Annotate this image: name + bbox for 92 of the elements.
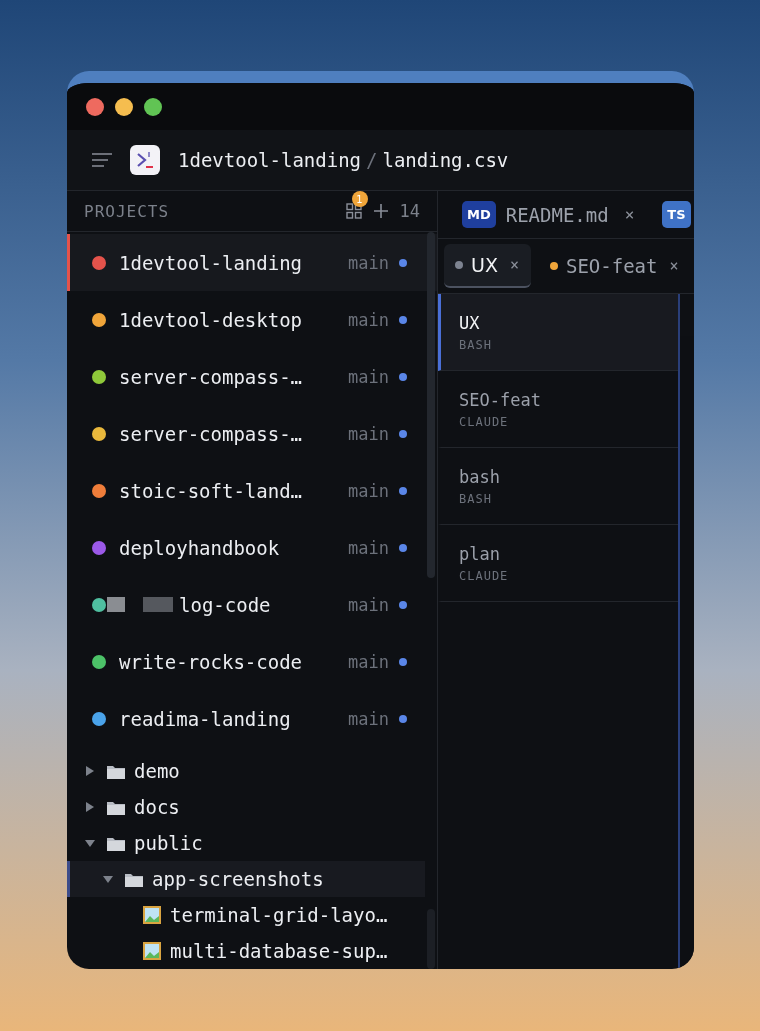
session-type: CLAUDE [459, 414, 510, 429]
project-name: 1devtool-desktop [119, 308, 304, 331]
path-separator: / [366, 149, 378, 171]
project-name: server-compass-… [119, 365, 304, 388]
redaction-mark [107, 597, 125, 612]
session-item[interactable]: plan CLAUDE [438, 525, 678, 602]
project-name: log-code [179, 593, 272, 616]
scrollbar[interactable] [427, 232, 435, 578]
grid-icon[interactable] [345, 203, 362, 219]
branch-status-dot [399, 429, 407, 438]
session-name: plan [459, 543, 501, 564]
project-item[interactable]: write-rocks-code main [67, 633, 437, 690]
branch-label: main [348, 423, 389, 444]
project-item[interactable]: stoic-soft-land… main [67, 462, 437, 519]
branch-label: main [348, 366, 389, 387]
branch-label: main [348, 252, 389, 273]
session-type: CLAUDE [459, 568, 510, 583]
session-item[interactable]: bash BASH [438, 448, 678, 525]
close-tab-button[interactable]: × [509, 256, 519, 274]
tree-item[interactable]: terminal-grid-layo… [67, 897, 425, 933]
project-item[interactable]: deployhandbook main [67, 519, 437, 576]
project-name: server-compass-… [119, 422, 304, 445]
session-name: bash [459, 466, 501, 487]
tree-item-name: public [134, 832, 203, 854]
file-type-badge: MD [462, 201, 496, 228]
tree-item-name: app-screenshots [152, 868, 324, 890]
project-item[interactable]: server-compass-… main [67, 405, 437, 462]
close-tab-button[interactable]: × [624, 205, 635, 224]
session-name: SEO-feat [459, 389, 542, 410]
project-item[interactable]: server-compass-… main [67, 348, 437, 405]
caret-icon [102, 873, 116, 885]
project-item[interactable]: log-code main [67, 576, 437, 633]
branch-status-dot [399, 600, 407, 609]
branch-label: main [348, 708, 389, 729]
tree-item[interactable]: app-screenshots [67, 861, 425, 897]
branch-status-dot [399, 372, 407, 381]
image-icon [142, 905, 162, 925]
branch-status-dot [399, 315, 407, 324]
image-icon [142, 941, 162, 961]
tree-item[interactable]: docs [67, 789, 425, 825]
project-item[interactable]: 1devtool-desktop main [67, 291, 437, 348]
session-item[interactable]: SEO-feat CLAUDE [438, 371, 678, 448]
session-type: BASH [459, 337, 493, 352]
branch-status-dot [399, 714, 407, 723]
tab-label: UX [471, 254, 498, 276]
tree-item[interactable]: public [67, 825, 425, 861]
projects-heading: PROJECTS [84, 201, 171, 221]
project-name[interactable]: 1devtool-landing [178, 149, 362, 171]
maximize-button[interactable] [144, 97, 162, 116]
project-name: write-rocks-code [119, 650, 304, 673]
file-name[interactable]: landing.csv [382, 149, 509, 171]
branch-status-dot [399, 657, 407, 666]
scrollbar[interactable] [427, 909, 435, 969]
tree-item-name: demo [134, 760, 180, 782]
tab-label: SEO-feat [565, 255, 658, 277]
terminal-tab[interactable]: SEO-feat × [538, 245, 691, 287]
redaction-mark [143, 597, 173, 612]
branch-label: main [348, 537, 389, 558]
branch-status-dot [399, 543, 407, 552]
project-count: 14 [399, 201, 420, 221]
branch-label: main [348, 309, 389, 330]
notification-badge: 1 [351, 191, 368, 207]
project-name: deployhandbook [119, 536, 281, 559]
tree-item[interactable]: multi-database-sup… [67, 933, 425, 969]
tree-item-name: docs [134, 796, 180, 818]
tree-item-name: multi-database-sup… [170, 940, 388, 962]
close-button[interactable] [86, 97, 104, 116]
project-item[interactable]: 1devtool-landing main [67, 234, 437, 291]
branch-status-dot [399, 486, 407, 495]
add-icon[interactable] [373, 204, 388, 218]
branch-label: main [348, 651, 389, 672]
terminal-tab[interactable]: UX × [444, 244, 531, 288]
project-name: stoic-soft-land… [119, 479, 304, 502]
file-tab[interactable]: TS [662, 201, 691, 228]
app-logo-icon [130, 145, 160, 175]
close-tab-button[interactable]: × [669, 257, 679, 275]
tab-label: README.md [505, 203, 609, 226]
caret-icon [84, 837, 98, 849]
project-item[interactable]: readima-landing main [67, 690, 437, 747]
branch-label: main [348, 594, 389, 615]
tree-item[interactable]: demo [67, 753, 425, 789]
file-tab[interactable]: MD README.md × [462, 201, 635, 228]
tree-item-name: terminal-grid-layo… [170, 904, 388, 926]
session-name: UX [459, 312, 481, 333]
branch-status-dot [399, 258, 407, 267]
minimize-button[interactable] [115, 97, 133, 116]
project-name: readima-landing [119, 707, 292, 730]
session-item[interactable]: UX BASH [438, 294, 678, 371]
session-type: BASH [459, 491, 493, 506]
branch-label: main [348, 480, 389, 501]
project-name: 1devtool-landing [119, 251, 304, 274]
menu-icon[interactable] [92, 153, 112, 167]
